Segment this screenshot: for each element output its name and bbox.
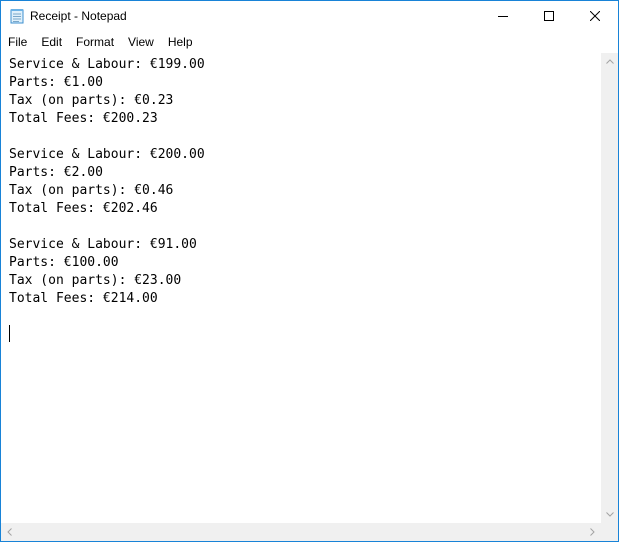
text-line[interactable]: Parts: €100.00: [9, 254, 205, 272]
notepad-icon: [10, 9, 24, 24]
chevron-right-icon: [590, 527, 595, 536]
text-line[interactable]: [9, 218, 205, 236]
text-line[interactable]: Tax (on parts): €0.23: [9, 92, 205, 110]
chevron-up-icon: [605, 59, 614, 64]
scroll-left-button[interactable]: [1, 523, 18, 540]
text-caret: [9, 325, 10, 342]
text-line[interactable]: [9, 128, 205, 146]
text-line[interactable]: Parts: €2.00: [9, 164, 205, 182]
maximize-icon: [544, 11, 554, 21]
text-editor[interactable]: Service & Labour: €199.00 Parts: €1.00 Tax…: [1, 53, 601, 523]
scroll-down-button[interactable]: [601, 506, 618, 523]
notepad-window: Receipt - Notepad File Edit Format View …: [0, 0, 619, 542]
scroll-up-button[interactable]: [601, 53, 618, 70]
menu-view[interactable]: View: [121, 32, 161, 51]
window-title: Receipt - Notepad: [30, 9, 127, 23]
minimize-icon: [498, 16, 508, 17]
text-line[interactable]: Tax (on parts): €0.46: [9, 182, 205, 200]
chevron-down-icon: [605, 512, 614, 517]
text-line[interactable]: Parts: €1.00: [9, 74, 205, 92]
document-text[interactable]: Service & Labour: €199.00 Parts: €1.00 Tax…: [9, 56, 205, 308]
close-button[interactable]: [572, 1, 618, 31]
text-line[interactable]: Total Fees: €202.46: [9, 200, 205, 218]
text-line[interactable]: Service & Labour: €200.00: [9, 146, 205, 164]
menu-edit[interactable]: Edit: [34, 32, 69, 51]
scrollbar-corner: [601, 523, 618, 541]
title-bar[interactable]: Receipt - Notepad: [1, 1, 618, 31]
horizontal-scrollbar[interactable]: [1, 523, 601, 541]
chevron-left-icon: [7, 527, 12, 536]
menu-help[interactable]: Help: [161, 32, 200, 51]
text-line[interactable]: Service & Labour: €199.00: [9, 56, 205, 74]
text-line[interactable]: Total Fees: €214.00: [9, 290, 205, 308]
text-line[interactable]: Total Fees: €200.23: [9, 110, 205, 128]
maximize-button[interactable]: [526, 1, 572, 31]
vertical-scrollbar[interactable]: [601, 53, 618, 523]
menu-format[interactable]: Format: [69, 32, 121, 51]
menu-file[interactable]: File: [1, 32, 34, 51]
text-line[interactable]: Tax (on parts): €23.00: [9, 272, 205, 290]
scroll-right-button[interactable]: [584, 523, 601, 540]
text-line[interactable]: Service & Labour: €91.00: [9, 236, 205, 254]
menu-bar: File Edit Format View Help: [1, 32, 618, 51]
minimize-button[interactable]: [480, 1, 526, 31]
close-icon: [590, 11, 600, 21]
